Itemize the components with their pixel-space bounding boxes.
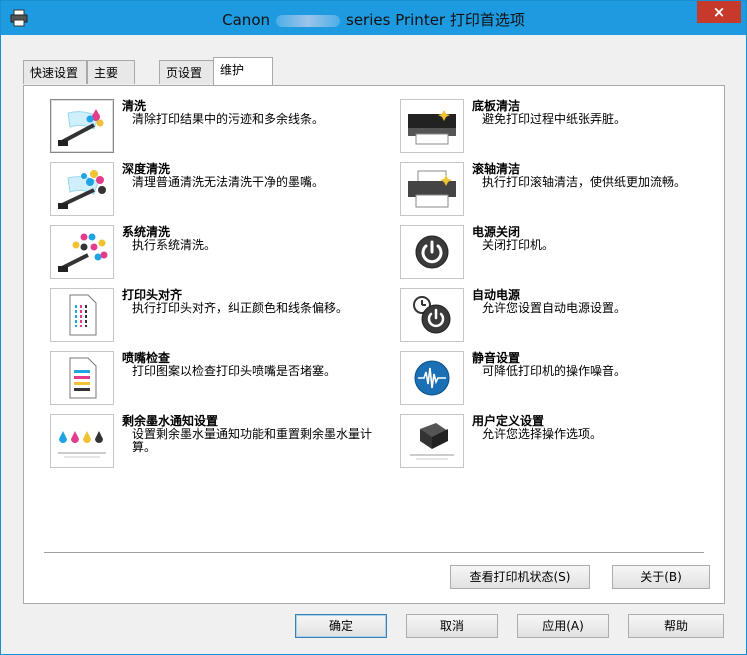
deep-cleaning-icon: [58, 170, 106, 209]
custom-settings-description: 允许您选择操作选项。: [482, 427, 603, 441]
view-printer-status-button[interactable]: 查看打印机状态(S): [450, 565, 590, 589]
about-button[interactable]: 关于(B): [612, 565, 710, 589]
quiet-settings-icon: [414, 360, 450, 396]
quiet-settings-button[interactable]: [400, 351, 464, 405]
system-cleaning-button[interactable]: [50, 225, 114, 279]
system-cleaning-item: 系统清洗 执行系统清洗。: [50, 225, 380, 285]
cleaning-description: 清除打印结果中的污迹和多余线条。: [132, 112, 325, 126]
maintenance-panel: 清洗 清除打印结果中的污迹和多余线条。 深度清洗 清理普通清洗无法清洗干净的墨嘴…: [23, 85, 725, 604]
ink-notification-item: 剩余墨水通知设置 设置剩余墨水量通知功能和重置剩余墨水量计算。: [50, 414, 380, 474]
nozzle-check-icon: [69, 357, 97, 399]
quiet-settings-description: 可降低打印机的操作噪音。: [482, 364, 627, 378]
model-name-redacted: [276, 14, 340, 27]
custom-settings-button[interactable]: [400, 414, 464, 468]
cleaning-button[interactable]: [50, 99, 114, 153]
ink-notification-description: 设置剩余墨水量通知功能和重置剩余墨水量计算。: [132, 427, 373, 454]
bottom-plate-cleaning-button[interactable]: [400, 99, 464, 153]
deep-cleaning-item: 深度清洗 清理普通清洗无法清洗干净的墨嘴。: [50, 162, 380, 222]
auto-power-button[interactable]: [400, 288, 464, 342]
bottom-plate-cleaning-icon: [408, 110, 456, 145]
help-button[interactable]: 帮助: [628, 614, 724, 638]
custom-settings-item: 用户定义设置 允许您选择操作选项。: [400, 414, 730, 474]
roller-cleaning-button[interactable]: [400, 162, 464, 216]
printer-preferences-window: Canon series Printer 打印首选项 × 快速设置 主要 页设置 …: [0, 0, 747, 655]
close-button[interactable]: ×: [697, 1, 741, 23]
title-bar[interactable]: Canon series Printer 打印首选项 ×: [1, 1, 746, 35]
nozzle-check-description: 打印图案以检查打印头喷嘴是否堵塞。: [132, 364, 337, 378]
title-prefix: Canon: [222, 11, 270, 29]
title-suffix: series Printer 打印首选项: [346, 11, 525, 29]
print-head-alignment-item: 打印头对齐 执行打印头对齐，纠正颜色和线条偏移。: [50, 288, 380, 348]
power-off-item: 电源关闭 关闭打印机。: [400, 225, 730, 285]
auto-power-icon: [413, 296, 451, 334]
separator: [44, 552, 704, 554]
tab-maintenance[interactable]: 维护: [213, 57, 273, 85]
bottom-plate-cleaning-description: 避免打印过程中纸张弄脏。: [482, 112, 627, 126]
print-head-alignment-button[interactable]: [50, 288, 114, 342]
ink-notification-button[interactable]: [50, 414, 114, 468]
deep-cleaning-description: 清理普通清洗无法清洗干净的墨嘴。: [132, 175, 325, 189]
system-cleaning-description: 执行系统清洗。: [132, 238, 217, 252]
bottom-plate-cleaning-item: 底板清洁 避免打印过程中纸张弄脏。: [400, 99, 730, 159]
roller-cleaning-icon: [408, 170, 456, 208]
tab-page-setup[interactable]: 页设置: [159, 60, 215, 84]
print-head-alignment-icon: [69, 294, 97, 336]
quiet-settings-item: 静音设置 可降低打印机的操作噪音。: [400, 351, 730, 411]
power-off-icon: [415, 235, 449, 269]
print-head-alignment-description: 执行打印头对齐，纠正颜色和线条偏移。: [132, 301, 349, 315]
tab-main[interactable]: 主要: [87, 60, 135, 84]
window-title: Canon series Printer 打印首选项: [1, 9, 746, 30]
auto-power-item: 自动电源 允许您设置自动电源设置。: [400, 288, 730, 348]
tab-quick-setup[interactable]: 快速设置: [23, 60, 87, 84]
roller-cleaning-item: 滚轴清洁 执行打印滚轴清洁，使供纸更加流畅。: [400, 162, 730, 222]
cleaning-icon: [58, 109, 104, 146]
ink-notification-icon: [58, 431, 106, 458]
custom-settings-icon: [410, 423, 454, 460]
system-cleaning-icon: [58, 233, 108, 272]
cleaning-item: 清洗 清除打印结果中的污迹和多余线条。: [50, 99, 380, 159]
auto-power-description: 允许您设置自动电源设置。: [482, 301, 627, 315]
cancel-button[interactable]: 取消: [406, 614, 498, 638]
nozzle-check-button[interactable]: [50, 351, 114, 405]
power-off-button[interactable]: [400, 225, 464, 279]
power-off-description: 关闭打印机。: [482, 238, 555, 252]
roller-cleaning-description: 执行打印滚轴清洁，使供纸更加流畅。: [482, 175, 687, 189]
nozzle-check-item: 喷嘴检查 打印图案以检查打印头喷嘴是否堵塞。: [50, 351, 380, 411]
ok-button[interactable]: 确定: [295, 614, 387, 638]
apply-button[interactable]: 应用(A): [517, 614, 609, 638]
deep-cleaning-button[interactable]: [50, 162, 114, 216]
